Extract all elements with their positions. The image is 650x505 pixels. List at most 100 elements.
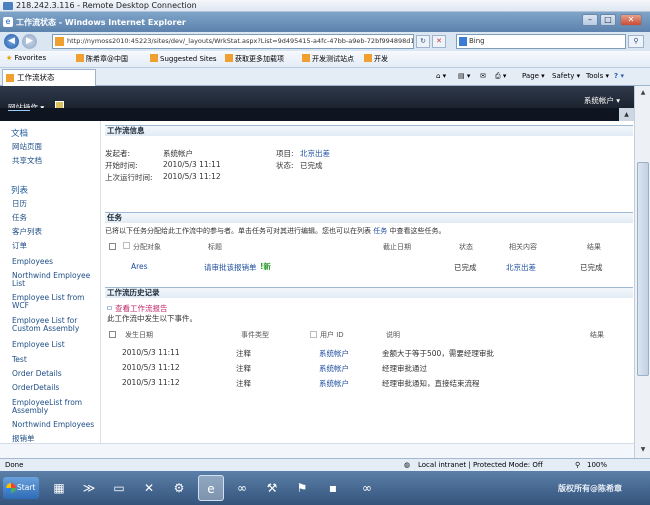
tasks-list-link[interactable]: 任务 bbox=[373, 227, 387, 235]
tasks-description: 已将以下任务分配给此工作流中的参与者。单击任务可对其进行编辑。您也可以在列表 任… bbox=[105, 227, 446, 235]
vertical-scrollbar[interactable]: ▲ ▼ bbox=[634, 86, 650, 458]
server-manager-icon[interactable]: ▦ bbox=[46, 475, 72, 501]
nav-item[interactable]: 客户列表 bbox=[12, 228, 100, 236]
event-user-link[interactable]: 系统帐户 bbox=[319, 363, 349, 374]
nav-item[interactable]: EmployeeList from Assembly bbox=[12, 399, 100, 415]
start-button[interactable]: Start bbox=[3, 477, 39, 499]
col-user-id[interactable]: 用户 ID bbox=[320, 330, 344, 340]
config-icon[interactable]: ⚙ bbox=[166, 475, 192, 501]
user-select-checkbox[interactable] bbox=[310, 331, 317, 338]
nav-item[interactable]: Northwind Employee List bbox=[12, 272, 100, 288]
page-menu[interactable]: Page ▾ bbox=[522, 72, 545, 80]
scroll-thumb[interactable] bbox=[637, 162, 649, 376]
favorite-item[interactable]: 陈希章@中国 bbox=[76, 54, 128, 64]
nav-item[interactable]: Test bbox=[12, 356, 100, 364]
tools-app-icon[interactable]: ⚒ bbox=[259, 475, 285, 501]
lists-header[interactable]: 列表 bbox=[11, 184, 28, 196]
nav-item[interactable]: Employee List bbox=[12, 341, 100, 349]
select-all-checkbox[interactable] bbox=[109, 243, 116, 250]
col-due-date[interactable]: 截止日期 bbox=[383, 242, 411, 252]
favorites-button[interactable]: ★ Favorites bbox=[6, 54, 46, 62]
address-toolbar: ◀ ▶ http://nymoss2010:45223/sites/dev/_l… bbox=[0, 32, 650, 51]
nav-item[interactable]: OrderDetails bbox=[12, 384, 100, 392]
internet-explorer-icon[interactable]: e bbox=[198, 475, 224, 501]
home-icon[interactable]: ⌂ ▾ bbox=[436, 72, 446, 80]
ribbon-underline bbox=[8, 110, 30, 111]
nav-item[interactable]: Employee List from WCF bbox=[12, 294, 100, 310]
zone-text: Local intranet | Protected Mode: Off bbox=[418, 461, 543, 469]
col-description[interactable]: 说明 bbox=[386, 330, 400, 340]
col-title[interactable]: 标题 bbox=[208, 242, 222, 252]
zoom-icon[interactable]: ⚲ bbox=[575, 459, 580, 471]
back-button[interactable]: ◀ bbox=[4, 34, 19, 49]
nav-item[interactable]: Northwind Employees bbox=[12, 421, 100, 429]
nav-item[interactable]: 共享文档 bbox=[12, 157, 100, 165]
task-status: 已完成 bbox=[454, 263, 477, 272]
close-button[interactable]: ✕ bbox=[620, 14, 642, 26]
powershell-icon[interactable]: ≫ bbox=[76, 475, 102, 501]
scroll-down-icon[interactable]: ▼ bbox=[637, 444, 649, 456]
task-title-link[interactable]: 请审批该报销单 bbox=[204, 262, 257, 273]
remote-desktop-icon bbox=[3, 2, 13, 10]
task-related-link[interactable]: 北京出差 bbox=[506, 262, 536, 273]
nav-item[interactable]: 日历 bbox=[12, 200, 100, 208]
favorite-item[interactable]: Suggested Sites bbox=[150, 54, 217, 63]
search-input[interactable]: Bing bbox=[456, 34, 626, 49]
forward-button[interactable]: ▶ bbox=[22, 34, 37, 49]
tab-workflow-status[interactable]: 工作流状态 bbox=[2, 69, 96, 86]
item-link[interactable]: 北京出差 bbox=[300, 148, 330, 159]
col-history-outcome[interactable]: 结果 bbox=[590, 330, 604, 340]
docs-header[interactable]: 文档 bbox=[11, 127, 28, 139]
col-status[interactable]: 状态 bbox=[459, 242, 473, 252]
zoom-level[interactable]: 100% bbox=[587, 459, 607, 471]
nav-item[interactable]: Employee List for Custom Assembly bbox=[12, 317, 100, 333]
print-icon[interactable]: ⎙ ▾ bbox=[495, 72, 506, 81]
tools-menu[interactable]: Tools ▾ bbox=[586, 72, 609, 80]
event-type: 注释 bbox=[236, 349, 251, 358]
favorite-item[interactable]: 开发测试站点 bbox=[302, 54, 354, 64]
status-value: 已完成 bbox=[300, 161, 323, 170]
col-date[interactable]: 发生日期 bbox=[125, 330, 153, 340]
explorer-icon[interactable]: ▭ bbox=[106, 475, 132, 501]
nav-item[interactable]: Employees bbox=[12, 258, 100, 266]
safety-menu[interactable]: Safety ▾ bbox=[552, 72, 580, 80]
nav-item[interactable]: Order Details bbox=[12, 370, 100, 378]
minimize-button[interactable]: – bbox=[582, 14, 598, 26]
col-related[interactable]: 相关内容 bbox=[509, 242, 537, 252]
refresh-button[interactable]: ↻ bbox=[416, 35, 430, 48]
event-description: 金额大于等于500，需要经理审批 bbox=[382, 349, 494, 358]
infinity-icon[interactable]: ∞ bbox=[229, 475, 255, 501]
started-label: 开始时间: bbox=[105, 161, 138, 170]
nav-item[interactable]: 订单 bbox=[12, 242, 100, 250]
nav-item[interactable]: 报销单 bbox=[12, 435, 100, 443]
help-icon[interactable]: ? ▾ bbox=[614, 72, 624, 80]
mail-icon[interactable]: ✉ bbox=[480, 72, 486, 80]
visual-studio-icon[interactable]: ∞ bbox=[354, 475, 380, 501]
favorite-item[interactable]: 获取更多加载项 bbox=[225, 54, 284, 64]
new-badge: !新 bbox=[260, 262, 271, 271]
tools-icon[interactable]: ✕ bbox=[136, 475, 162, 501]
history-select-checkbox[interactable] bbox=[109, 331, 116, 338]
nav-item[interactable]: 网站页面 bbox=[12, 143, 100, 151]
task-assignee-link[interactable]: Ares bbox=[131, 262, 148, 271]
page-icon bbox=[55, 37, 64, 46]
col-outcome[interactable]: 结果 bbox=[587, 242, 601, 252]
feeds-icon[interactable]: ▤ ▾ bbox=[458, 72, 470, 80]
nav-item[interactable]: 任务 bbox=[12, 214, 100, 222]
status-label: 状态: bbox=[276, 161, 294, 170]
col-event-type[interactable]: 事件类型 bbox=[241, 330, 269, 340]
account-menu[interactable]: 系统帐户 ▾ bbox=[584, 95, 620, 106]
stop-button[interactable]: ✕ bbox=[432, 35, 446, 48]
search-icon[interactable]: ⚲ bbox=[628, 35, 644, 48]
network-icon[interactable]: ⚑ bbox=[289, 475, 315, 501]
favorite-item[interactable]: 开发 bbox=[364, 54, 388, 64]
command-prompt-icon[interactable]: ▪ bbox=[320, 475, 346, 501]
maximize-button[interactable]: □ bbox=[600, 14, 616, 26]
col-assignee[interactable]: 分配对象 bbox=[133, 242, 161, 252]
scroll-up-icon[interactable]: ▲ bbox=[637, 87, 649, 99]
event-user-link[interactable]: 系统帐户 bbox=[319, 348, 349, 359]
assignee-select-checkbox[interactable] bbox=[123, 242, 130, 249]
address-input[interactable]: http://nymoss2010:45223/sites/dev/_layou… bbox=[52, 34, 414, 49]
event-user-link[interactable]: 系统帐户 bbox=[319, 378, 349, 389]
scroll-up-arrow-icon[interactable]: ▲ bbox=[619, 108, 634, 121]
